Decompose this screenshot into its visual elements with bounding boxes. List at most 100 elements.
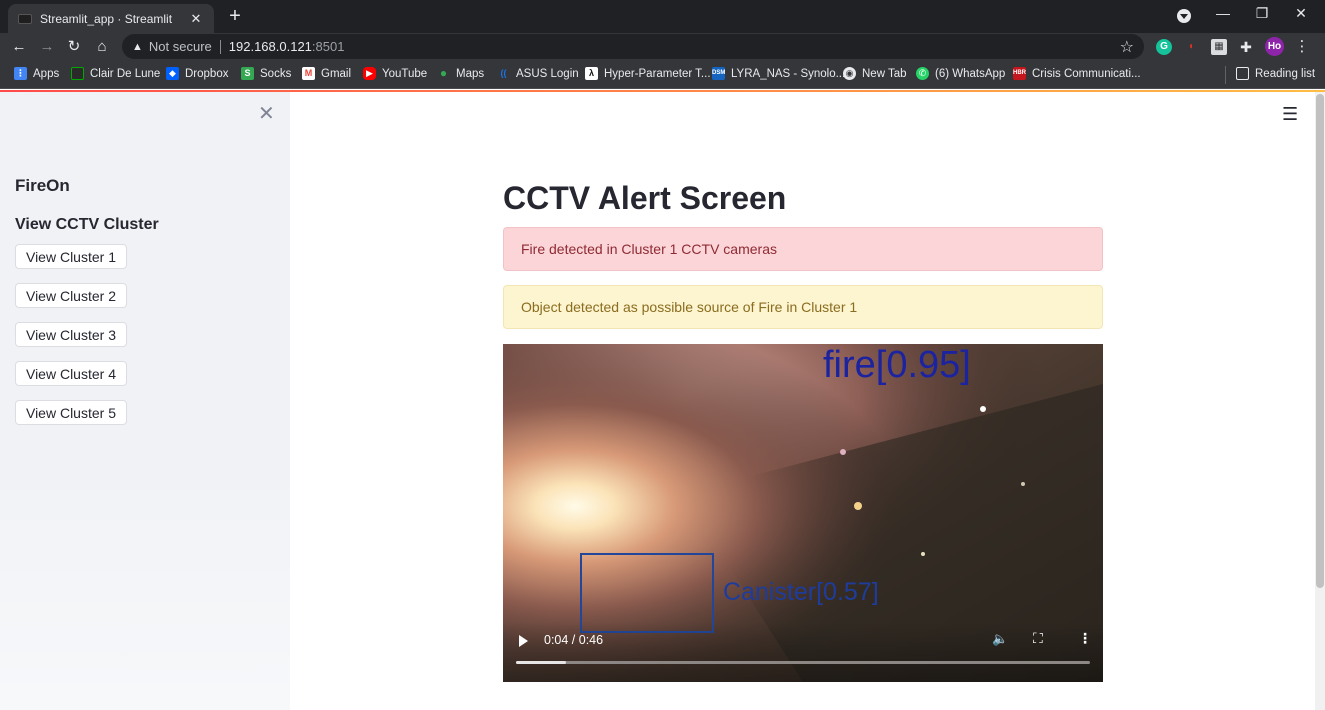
- view-cluster-4-button[interactable]: View Cluster 4: [15, 361, 127, 386]
- view-cluster-2-button[interactable]: View Cluster 2: [15, 283, 127, 308]
- view-cluster-3-button[interactable]: View Cluster 3: [15, 322, 127, 347]
- omnibox-divider: [219, 39, 221, 54]
- lambda-icon: λ: [585, 67, 598, 80]
- dropbox-icon: ◆: [166, 67, 179, 80]
- page-scrollbar[interactable]: [1315, 92, 1325, 710]
- sidebar: ✕ FireOn View CCTV Cluster View Cluster …: [0, 92, 290, 710]
- bookmark-item[interactable]: ⋮ Apps: [14, 67, 59, 80]
- bookmark-label: Apps: [33, 67, 60, 80]
- view-cluster-1-button[interactable]: View Cluster 1: [15, 244, 127, 269]
- sidebar-subheader: View CCTV Cluster: [15, 216, 159, 233]
- tab-close-icon[interactable]: ✕: [188, 11, 204, 27]
- new-tab-icon[interactable]: +: [224, 5, 246, 27]
- bookmark-label: Gmail: [321, 67, 352, 80]
- bookmark-item[interactable]: ◆ Dropbox: [166, 67, 228, 80]
- synology-icon: DSM: [712, 67, 725, 80]
- reload-icon[interactable]: ↻: [64, 37, 84, 57]
- reading-list-icon: [1236, 67, 1249, 80]
- chrome-icon: ◉: [843, 67, 856, 80]
- bookmarks-bar: ⋮ Apps Clair De Lune ◆ Dropbox S Socks M Gma…: [0, 61, 1325, 89]
- calendar-ext-icon[interactable]: ▦: [1211, 39, 1227, 55]
- hamburger-menu-icon[interactable]: ☰: [1282, 104, 1298, 125]
- bookmark-label: Dropbox: [185, 67, 229, 80]
- tab-search-icon[interactable]: [1177, 9, 1191, 23]
- profile-avatar[interactable]: Ho: [1265, 37, 1284, 56]
- reading-list-label: Reading list: [1255, 67, 1316, 80]
- extensions-puzzle-icon[interactable]: ✚: [1238, 39, 1254, 55]
- bookmark-star-icon[interactable]: ☆: [1120, 37, 1134, 57]
- whatsapp-icon: ✆: [916, 67, 929, 80]
- not-secure-label: Not secure: [148, 39, 212, 54]
- scrollbar-thumb[interactable]: [1316, 94, 1324, 588]
- browser-tab[interactable]: Streamlit_app · Streamlit ✕: [8, 4, 214, 33]
- chrome-menu-icon[interactable]: ⋮: [1292, 37, 1312, 57]
- fire-detection-label: fire[0.95]: [823, 344, 971, 386]
- bookmark-item[interactable]: HBR Crisis Communicati...: [1013, 67, 1141, 80]
- browser-toolbar: ← → ↻ ⌂ ▲ Not secure 192.168.0.121:8501 …: [0, 33, 1325, 61]
- bookmark-item[interactable]: λ Hyper-Parameter T...: [585, 67, 711, 80]
- bookmark-item[interactable]: ◉ New Tab: [843, 67, 907, 80]
- socks-icon: S: [241, 67, 254, 80]
- hbr-icon: HBR: [1013, 67, 1026, 80]
- video-controls: 0:04 / 0:46 🔈 ⛶ ⋮: [503, 622, 1103, 682]
- gmail-icon: M: [302, 67, 315, 80]
- video-time: 0:04 / 0:46: [544, 633, 604, 647]
- apps-grid-icon: ⋮: [14, 67, 27, 80]
- bookmark-label: Socks: [260, 67, 292, 80]
- more-options-icon[interactable]: ⋮: [1078, 630, 1092, 647]
- minimize-icon[interactable]: —: [1213, 5, 1233, 21]
- bookmark-label: Crisis Communicati...: [1032, 67, 1141, 80]
- tab-title: Streamlit_app · Streamlit: [40, 11, 173, 26]
- bookmark-item[interactable]: S Socks: [241, 67, 291, 80]
- fire-error-alert: Fire detected in Cluster 1 CCTV cameras: [503, 227, 1103, 271]
- address-bar[interactable]: ▲ Not secure 192.168.0.121:8501 ☆: [122, 34, 1144, 59]
- sidebar-title: FireOn: [15, 176, 70, 195]
- grammarly-icon[interactable]: G: [1156, 39, 1172, 55]
- fullscreen-icon[interactable]: ⛶: [1033, 630, 1043, 647]
- bookmark-label: LYRA_NAS - Synolo...: [731, 67, 846, 80]
- view-cluster-5-button[interactable]: View Cluster 5: [15, 400, 127, 425]
- sidebar-close-icon[interactable]: ✕: [258, 104, 275, 124]
- video-progress-bar[interactable]: [516, 661, 1090, 664]
- bookmarks-divider: [1225, 66, 1226, 84]
- cctv-video-player[interactable]: fire[0.95] Canister[0.57] 0:04 / 0:46 🔈 …: [503, 344, 1103, 682]
- url-host: 192.168.0.121: [228, 39, 312, 54]
- maps-icon: ●: [437, 67, 450, 80]
- canister-bounding-box: [580, 553, 714, 633]
- bookmark-item[interactable]: M Gmail: [302, 67, 351, 80]
- bookmark-item[interactable]: (( ASUS Login: [497, 67, 579, 80]
- main-content: ☰ CCTV Alert Screen Fire detected in Clu…: [290, 92, 1315, 710]
- forward-icon[interactable]: →: [37, 37, 57, 57]
- canister-detection-label: Canister[0.57]: [723, 578, 879, 606]
- window-close-icon[interactable]: ✕: [1291, 5, 1311, 22]
- bookmark-label: Clair De Lune: [90, 67, 161, 80]
- bookmark-item[interactable]: DSM LYRA_NAS - Synolo...: [712, 67, 845, 80]
- reading-list-button[interactable]: Reading list: [1236, 67, 1315, 80]
- bookmark-label: Maps: [456, 67, 485, 80]
- url-port: :8501: [311, 39, 345, 54]
- browser-tab-bar: Streamlit_app · Streamlit ✕ + — ❐ ✕: [0, 0, 1325, 33]
- bookmark-item[interactable]: ● Maps: [437, 67, 484, 80]
- volume-icon[interactable]: 🔈: [992, 631, 1008, 647]
- source-warning-alert: Object detected as possible source of Fi…: [503, 285, 1103, 329]
- clair-icon: [71, 67, 84, 80]
- bookmark-label: ASUS Login: [516, 67, 579, 80]
- bookmark-label: New Tab: [862, 67, 907, 80]
- back-icon[interactable]: ←: [9, 37, 29, 57]
- streamlit-favicon-icon: [18, 13, 32, 24]
- bookmark-item[interactable]: Clair De Lune: [71, 67, 160, 80]
- page-title: CCTV Alert Screen: [503, 180, 787, 216]
- restore-icon[interactable]: ❐: [1252, 5, 1272, 22]
- play-icon[interactable]: [519, 635, 528, 647]
- youtube-icon: ▶: [363, 67, 376, 80]
- asus-icon: ((: [497, 67, 510, 80]
- bookmark-item[interactable]: ▶ YouTube: [363, 67, 427, 80]
- bookmark-item[interactable]: ✆ (6) WhatsApp: [916, 67, 1005, 80]
- home-icon[interactable]: ⌂: [92, 37, 112, 57]
- video-progress-fill: [516, 661, 566, 664]
- bookmark-label: Hyper-Parameter T...: [604, 67, 711, 80]
- bookmark-label: YouTube: [382, 67, 428, 80]
- extension-shield-icon[interactable]: ◐: [1184, 39, 1200, 55]
- bookmark-label: (6) WhatsApp: [935, 67, 1006, 80]
- warning-icon: ▲: [132, 40, 143, 53]
